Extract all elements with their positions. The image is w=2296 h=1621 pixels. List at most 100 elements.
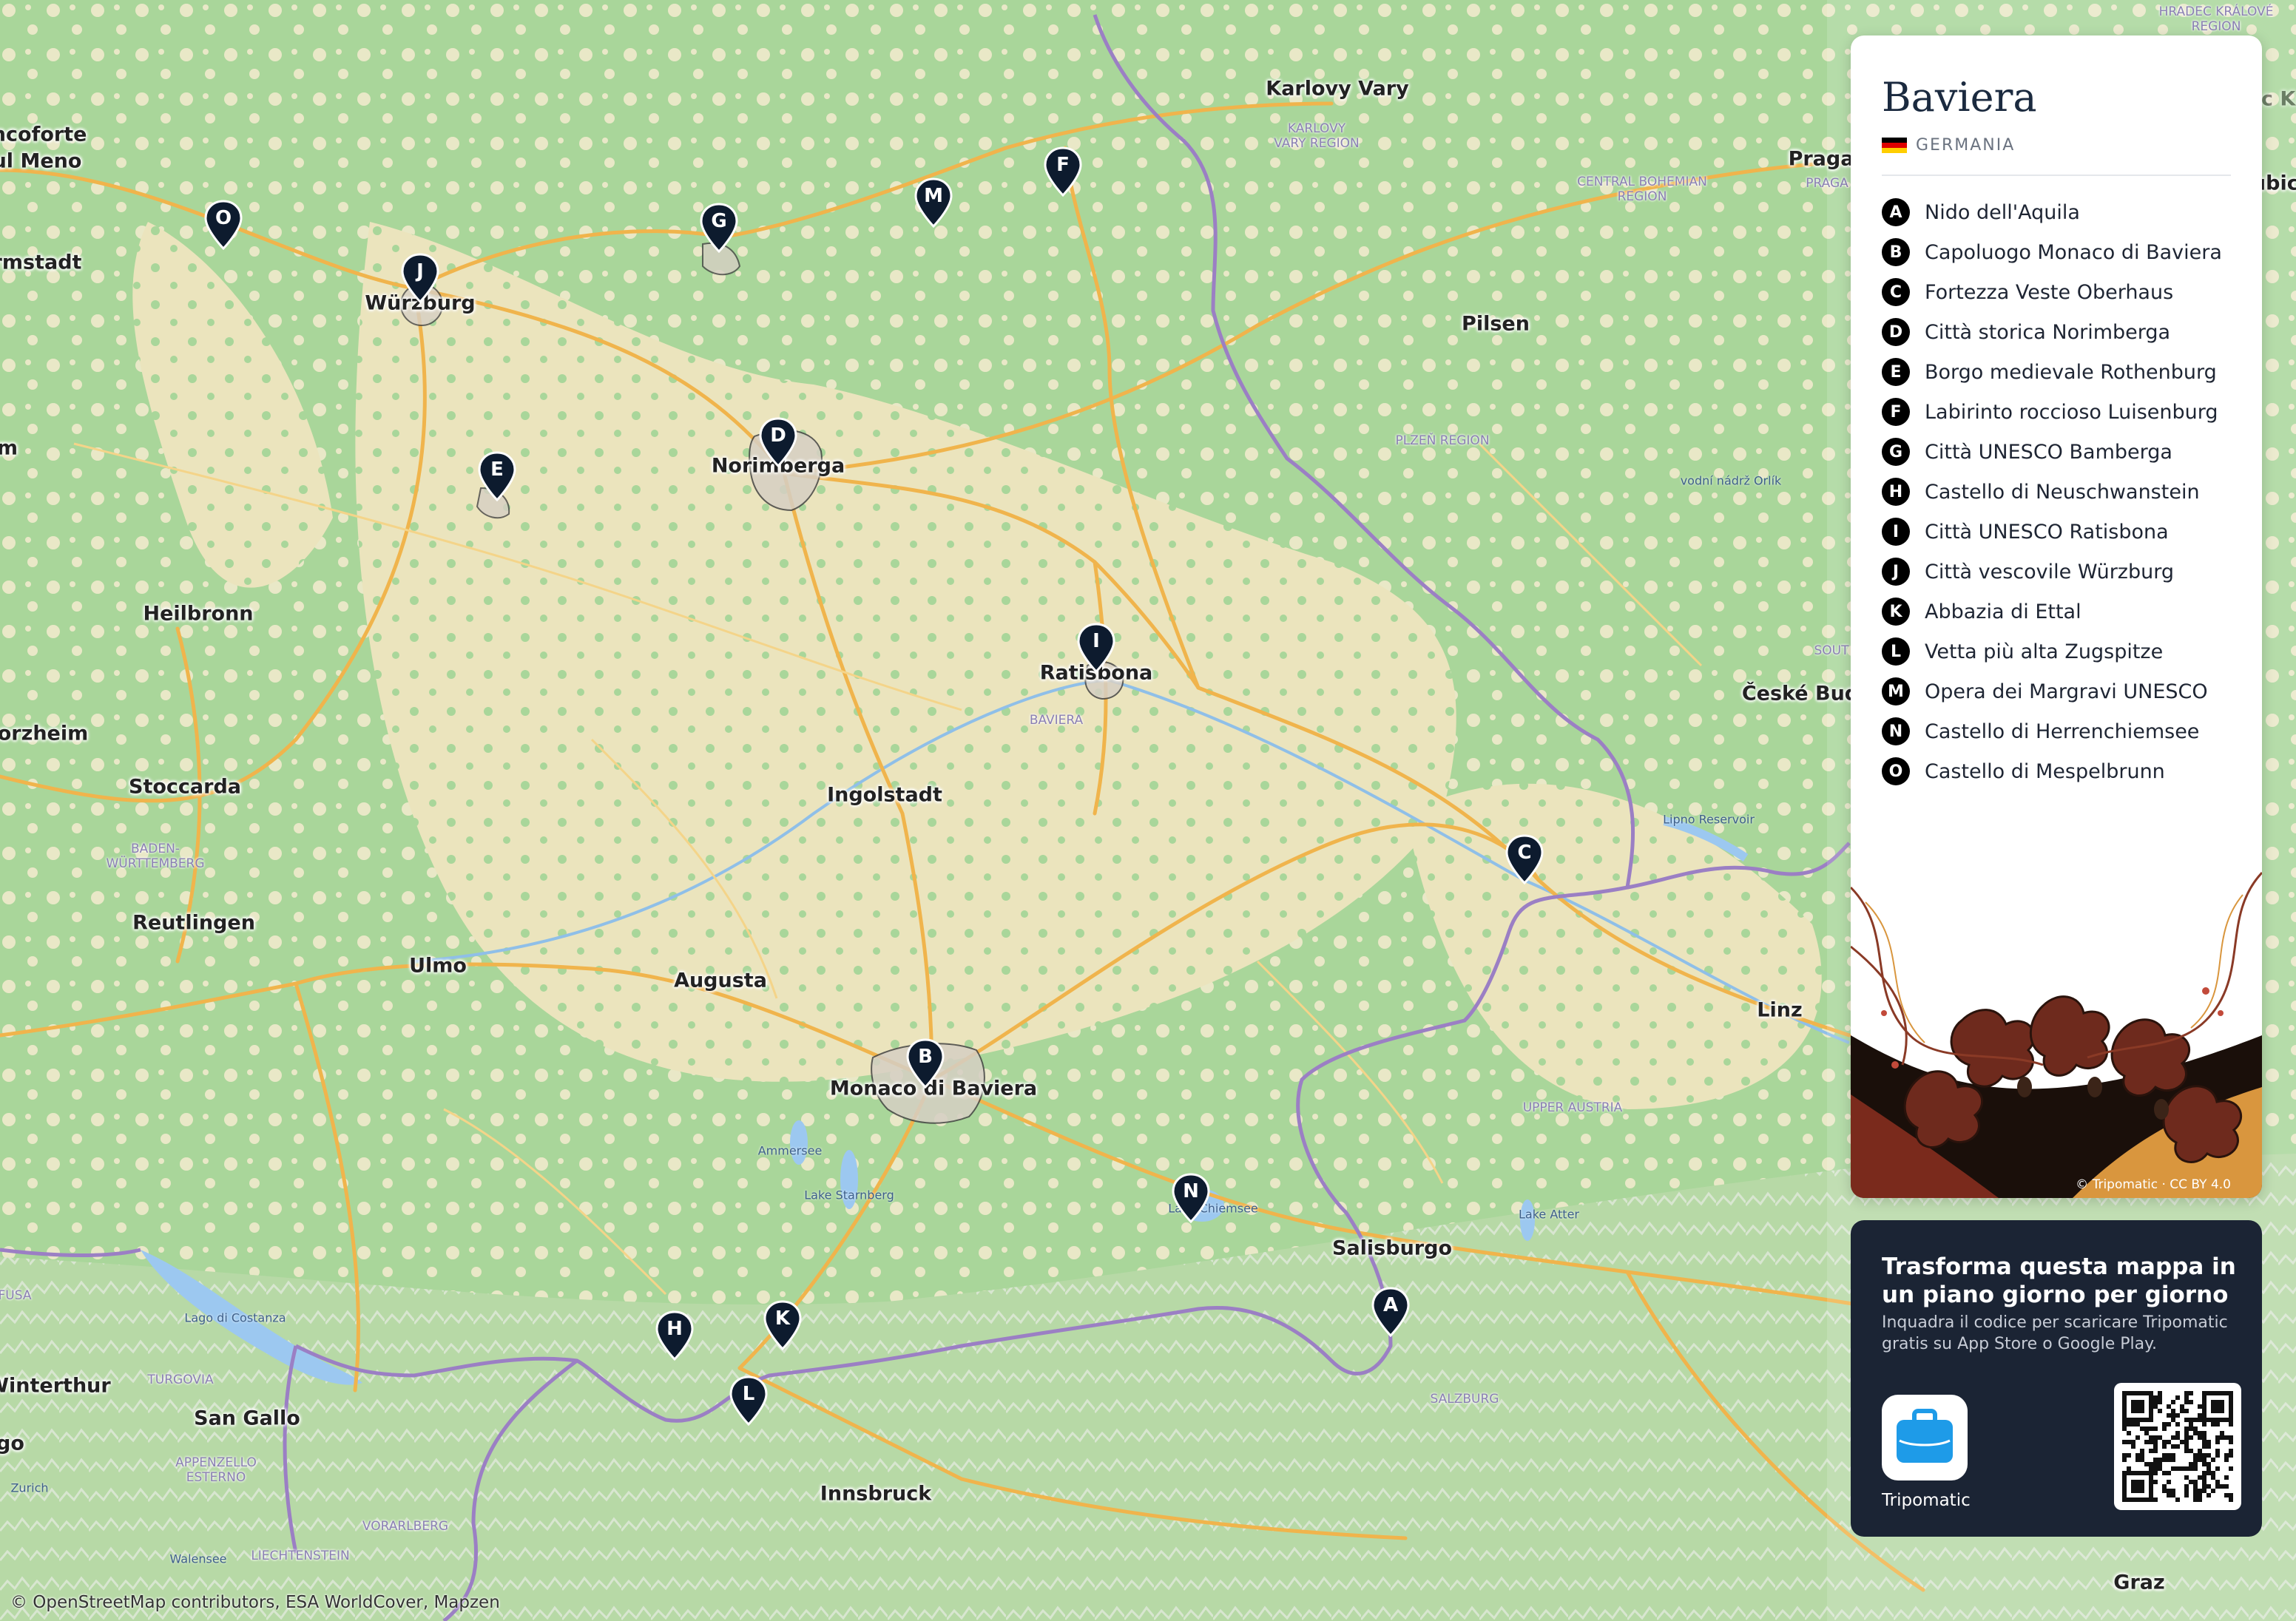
poi-item-h[interactable]: H Castello di Neuschwanstein (1882, 472, 2222, 512)
water-label-zurich: Zurich (10, 1480, 49, 1495)
region-label-sout: SOUT (1814, 643, 1849, 658)
country-row: GERMANIA (1882, 136, 2015, 155)
poi-letter-badge: M (1882, 677, 1910, 705)
poi-item-a[interactable]: A Nido dell'Aquila (1882, 192, 2222, 232)
poi-name: Castello di Herrenchiemsee (1925, 720, 2200, 743)
city-label-karlovy-vary: Karlovy Vary (1266, 77, 1409, 101)
region-label-central-bohemian: CENTRAL BOHEMIAN REGION (1577, 175, 1707, 204)
map-pin-letter: E (490, 458, 504, 481)
city-label-darmstadt: rmstadt (0, 251, 82, 274)
map-pin-d[interactable]: D (758, 417, 798, 467)
poi-letter-badge: K (1882, 598, 1910, 626)
poi-name: Castello di Neuschwanstein (1925, 480, 2200, 504)
map-pin-h[interactable]: H (655, 1310, 695, 1361)
poi-item-e[interactable]: E Borgo medievale Rothenburg (1882, 352, 2222, 392)
region-label-praha: PRAGA (1806, 176, 1848, 191)
panel-title: Baviera (1882, 74, 2037, 121)
poi-item-o[interactable]: O Castello di Mespelbrunn (1882, 751, 2222, 791)
water-label-attersee: Lake Atter (1519, 1207, 1579, 1222)
city-label-pilsen: Pilsen (1462, 312, 1530, 336)
poi-item-b[interactable]: B Capoluogo Monaco di Baviera (1882, 232, 2222, 272)
map-pin-j[interactable]: J (400, 253, 440, 303)
city-label-heilbronn: Heilbronn (143, 602, 254, 626)
poi-item-l[interactable]: L Vetta più alta Zugspitze (1882, 632, 2222, 671)
map-pin-letter: N (1183, 1180, 1199, 1202)
region-label-vorarlberg: VORARLBERG (362, 1519, 449, 1534)
map-pin-m[interactable]: M (914, 177, 953, 228)
qr-code[interactable] (2114, 1383, 2241, 1510)
tripomatic-app-icon[interactable] (1882, 1395, 1968, 1480)
map-attribution[interactable]: © OpenStreetMap contributors, ESA WorldC… (10, 1593, 500, 1612)
poi-item-f[interactable]: F Labirinto roccioso Luisenburg (1882, 392, 2222, 432)
poi-item-m[interactable]: M Opera dei Margravi UNESCO (1882, 671, 2222, 711)
city-label-go-edge: go (0, 1432, 24, 1455)
water-label-starnberg: Lake Starnberg (804, 1188, 894, 1202)
poi-letter-badge: E (1882, 358, 1910, 386)
poi-name: Città storica Norimberga (1925, 320, 2171, 344)
poi-letter-badge: B (1882, 238, 1910, 266)
city-label-praga: Praga (1788, 147, 1854, 171)
poi-letter-badge: J (1882, 558, 1910, 586)
map-pin-n[interactable]: N (1171, 1173, 1211, 1223)
map-pin-a[interactable]: A (1371, 1287, 1411, 1337)
promo-card: Trasforma questa mappa in un piano giorn… (1851, 1220, 2262, 1537)
poi-letter-badge: C (1882, 278, 1910, 306)
city-label-ulmo: Ulmo (409, 954, 467, 978)
poi-letter-badge: H (1882, 478, 1910, 506)
poi-item-g[interactable]: G Città UNESCO Bamberga (1882, 432, 2222, 472)
city-label-francoforte: ancoforte (0, 123, 87, 146)
region-label-appenzello: APPENZELLO ESTERNO (175, 1455, 257, 1485)
poi-letter-badge: O (1882, 757, 1910, 785)
poi-item-c[interactable]: C Fortezza Veste Oberhaus (1882, 272, 2222, 312)
legend-panel: Baviera GERMANIA A Nido dell'Aquila B Capol… (1851, 35, 2262, 1198)
art-credit: © Tripomatic · CC BY 4.0 (2076, 1177, 2231, 1192)
map-pin-g[interactable]: G (699, 203, 739, 253)
poi-name: Labirinto roccioso Luisenburg (1925, 400, 2218, 424)
poi-name: Città UNESCO Bamberga (1925, 440, 2172, 464)
oak-leaf-illustration (1851, 843, 2262, 1198)
poi-item-n[interactable]: N Castello di Herrenchiemsee (1882, 711, 2222, 751)
poi-name: Abbazia di Ettal (1925, 600, 2081, 623)
map-pin-i[interactable]: I (1076, 623, 1116, 673)
poi-letter-badge: A (1882, 198, 1910, 226)
poi-letter-badge: N (1882, 717, 1910, 745)
map-pin-letter: C (1517, 842, 1532, 864)
poi-list: A Nido dell'Aquila B Capoluogo Monaco di Ba… (1882, 192, 2222, 791)
map-pin-l[interactable]: L (729, 1375, 769, 1426)
qr-code-image (2122, 1391, 2233, 1502)
poi-name: Borgo medievale Rothenburg (1925, 360, 2217, 384)
poi-name: Opera dei Margravi UNESCO (1925, 680, 2208, 703)
region-label-baviera: BAVIERA (1029, 713, 1084, 728)
map-pin-letter: H (666, 1318, 683, 1340)
map-pin-c[interactable]: C (1505, 834, 1544, 884)
water-label-walensee: Walensee (169, 1551, 227, 1566)
poi-name: Città vescovile Würzburg (1925, 560, 2174, 583)
germany-flag-icon (1882, 137, 1907, 154)
map-pin-letter: L (742, 1383, 755, 1405)
poi-item-i[interactable]: I Città UNESCO Ratisbona (1882, 512, 2222, 552)
city-label-augusta: Augusta (674, 969, 767, 992)
poi-item-k[interactable]: K Abbazia di Ettal (1882, 592, 2222, 632)
region-label-salzburg: SALZBURG (1430, 1392, 1499, 1407)
poi-letter-badge: D (1882, 318, 1910, 346)
city-label-pforzheim: orzheim (0, 722, 89, 745)
region-label-baden: BADEN- WÜRTTEMBERG (106, 842, 205, 871)
map-pin-f[interactable]: F (1043, 146, 1083, 197)
region-label-liechtenstein: LIECHTENSTEIN (251, 1549, 350, 1563)
map-pin-k[interactable]: K (763, 1300, 803, 1350)
poi-name: Città UNESCO Ratisbona (1925, 520, 2169, 544)
city-label-salisburgo: Salisburgo (1332, 1236, 1452, 1260)
poi-item-j[interactable]: J Città vescovile Würzburg (1882, 552, 2222, 592)
map-pin-e[interactable]: E (477, 451, 517, 501)
app-name: Tripomatic (1882, 1491, 1971, 1510)
map-pin-b[interactable]: B (905, 1038, 945, 1089)
city-label-ingolstadt: Ingolstadt (827, 783, 942, 807)
map-pin-letter: A (1382, 1294, 1399, 1316)
poi-letter-badge: F (1882, 398, 1910, 426)
city-label-sangallo: San Gallo (194, 1407, 300, 1430)
map-pin-o[interactable]: O (203, 200, 243, 250)
poi-item-d[interactable]: D Città storica Norimberga (1882, 312, 2222, 352)
suitcase-icon (1897, 1409, 1953, 1463)
poi-name: Castello di Mespelbrunn (1925, 759, 2165, 783)
city-label-meno: ul Meno (0, 149, 82, 173)
